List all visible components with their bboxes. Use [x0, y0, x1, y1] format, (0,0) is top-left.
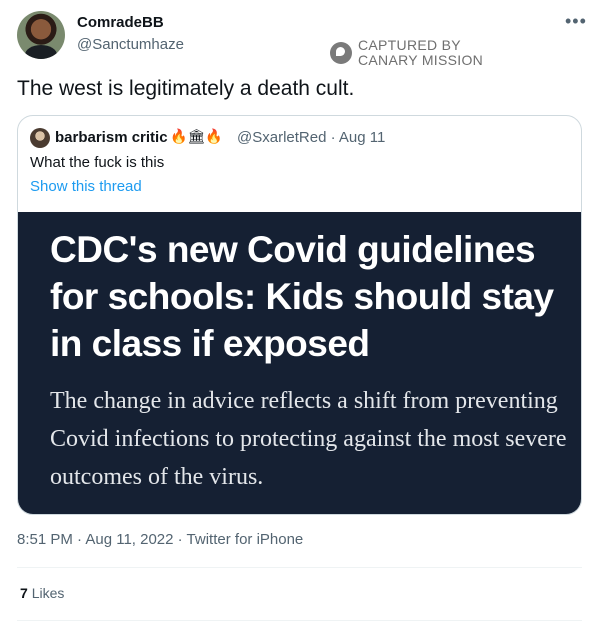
author-display-name[interactable]: ComradeBB	[77, 14, 164, 31]
watermark-line2: CANARY MISSION	[358, 52, 484, 68]
divider	[17, 567, 582, 568]
quoted-author-handle-date[interactable]: @SxarletRed · Aug 11	[237, 129, 385, 146]
canary-mission-watermark: CAPTURED BY CANARY MISSION	[330, 38, 483, 68]
quoted-author-name[interactable]: barbarism critic	[55, 129, 168, 146]
quoted-tweet[interactable]: barbarism critic 🔥🏛🔥 @SxarletRed · Aug 1…	[17, 115, 582, 515]
image-headline: CDC's new Covid guidelines for schools: …	[50, 229, 554, 364]
quoted-author-avatar[interactable]	[30, 128, 50, 148]
like-count-number: 7	[20, 585, 28, 601]
quoted-tweet-image[interactable]: CDC's new Covid guidelines for schools: …	[18, 212, 581, 514]
divider	[17, 620, 582, 621]
like-count-label: Likes	[31, 585, 65, 601]
quoted-tweet-text: What the fuck is this	[30, 154, 165, 171]
avatar-shirt	[25, 45, 57, 59]
quoted-author-badges: 🔥🏛🔥	[170, 128, 223, 144]
tweet-text: The west is legitimately a death cult.	[17, 77, 355, 100]
watermark-text: CAPTURED BY CANARY MISSION	[358, 38, 483, 68]
image-subhead: The change in advice reflects a shift fr…	[50, 388, 567, 490]
tweet-timestamp[interactable]: 8:51 PM · Aug 11, 2022 · Twitter for iPh…	[17, 531, 303, 548]
canary-logo-icon	[330, 42, 352, 64]
more-options-icon[interactable]: •••	[565, 12, 587, 30]
author-avatar[interactable]	[17, 11, 65, 59]
author-handle[interactable]: @Sanctumhaze	[77, 36, 184, 53]
likes-count[interactable]: 7 Likes	[20, 585, 64, 601]
watermark-line1: CAPTURED BY	[358, 37, 461, 53]
show-thread-link[interactable]: Show this thread	[30, 178, 142, 195]
